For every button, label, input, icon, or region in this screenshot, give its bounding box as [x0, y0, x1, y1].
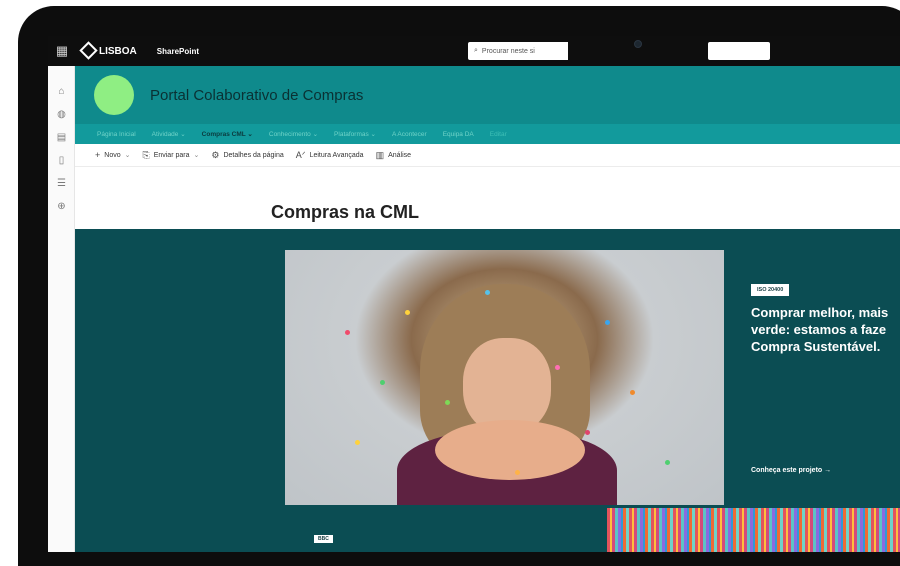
site-logo[interactable] [94, 75, 134, 115]
confetti [485, 290, 490, 295]
title-area: Compras na CML [75, 168, 900, 228]
new-button[interactable]: + Novo ⌄ [95, 150, 130, 160]
page-details-label: Detalhes da página [223, 151, 284, 159]
search-input[interactable]: Procurar neste si [482, 48, 535, 55]
brand[interactable]: LISBOA [80, 44, 137, 58]
page-title: Compras na CML [271, 202, 420, 222]
nav-item-plataformas[interactable]: Plataformas ⌄ [334, 130, 376, 138]
search-icon: ⌕ [474, 47, 478, 54]
nav-item-conhecimento[interactable]: Conhecimento ⌄ [269, 130, 318, 138]
lisboa-logo-icon [80, 44, 94, 58]
brand-name: LISBOA [99, 45, 137, 57]
reader-icon: Aᐟ [295, 149, 306, 160]
add-icon[interactable]: ⊕ [48, 195, 75, 218]
send-icon: ⎘ [142, 149, 150, 160]
confetti [605, 320, 610, 325]
nav-item-equipa-da[interactable]: Equipa DA [443, 131, 474, 138]
globe-icon[interactable]: ◍ [48, 103, 75, 126]
send-label: Enviar para [153, 151, 190, 159]
hero-headline[interactable]: Comprar melhor, mais verde: estamos a fa… [751, 304, 900, 355]
confetti [585, 430, 590, 435]
chevron-down-icon: ⌄ [124, 152, 131, 159]
screen: ▦ LISBOA SharePoint ⌕ Procurar neste si … [48, 36, 900, 552]
app-launcher-icon[interactable]: ▦ [48, 36, 76, 66]
site-header: Portal Colaborativo de Compras [75, 66, 900, 124]
settings-icon: ⚙ [211, 149, 220, 160]
confetti [405, 310, 410, 315]
analytics-label: Análise [388, 151, 412, 159]
nav-item-editar[interactable]: Editar [490, 131, 507, 138]
plus-icon: + [95, 150, 101, 160]
confetti [630, 390, 635, 395]
news-icon[interactable]: ▤ [48, 126, 75, 149]
list-icon[interactable]: ☰ [48, 172, 75, 195]
app-name[interactable]: SharePoint [157, 47, 199, 56]
suite-bar: ▦ LISBOA SharePoint ⌕ Procurar neste si [48, 36, 900, 66]
hero-link[interactable]: Conheça este projeto → [751, 467, 831, 474]
confetti [355, 440, 360, 445]
search-occluder [568, 42, 628, 60]
confetti [380, 380, 385, 385]
nav-item-pagina-inicial[interactable]: Página Inicial [97, 131, 136, 138]
device-camera [634, 40, 642, 48]
immersive-reader-button[interactable]: Aᐟ Leitura Avançada [296, 150, 364, 161]
confetti [445, 400, 450, 405]
nav-item-a-acontecer[interactable]: A Acontecer [392, 131, 427, 138]
hero-tag: ISO 20400 [751, 284, 790, 296]
confetti [665, 460, 670, 465]
analytics-icon: ▥ [375, 149, 385, 160]
nav-item-compras-cml[interactable]: Compras CML ⌄ [202, 130, 253, 138]
command-bar: + Novo ⌄ ⎘ Enviar para ⌄ ⚙ Detalhes da p… [75, 144, 900, 167]
site-title[interactable]: Portal Colaborativo de Compras [150, 87, 363, 104]
site-navigation: Página Inicial Atividade ⌄ Compras CML ⌄… [75, 124, 900, 144]
secondary-tag: BBC [314, 535, 333, 543]
suitebar-user-area[interactable] [708, 42, 770, 60]
new-label: Novo [104, 151, 121, 159]
document-icon[interactable]: ▯ [48, 149, 75, 172]
home-icon[interactable]: ⌂ [48, 80, 75, 103]
page-details-button[interactable]: ⚙ Detalhes da página [211, 150, 283, 161]
confetti [515, 470, 520, 475]
search-box[interactable]: ⌕ Procurar neste si [468, 42, 578, 60]
nav-item-atividade[interactable]: Atividade ⌄ [152, 130, 186, 138]
chevron-down-icon: ⌄ [193, 152, 200, 159]
hero-image[interactable] [285, 250, 724, 505]
app-rail: ⌂ ◍ ▤ ▯ ☰ ⊕ [48, 66, 75, 552]
confetti [345, 330, 350, 335]
hero-section: ISO 20400 Comprar melhor, mais verde: es… [75, 229, 900, 552]
immersive-reader-label: Leitura Avançada [309, 151, 364, 159]
image-subject-hands [435, 420, 585, 480]
analytics-button[interactable]: ▥ Análise [376, 150, 411, 161]
confetti [555, 365, 560, 370]
secondary-image[interactable] [607, 508, 900, 552]
send-to-button[interactable]: ⎘ Enviar para ⌄ [142, 150, 199, 161]
